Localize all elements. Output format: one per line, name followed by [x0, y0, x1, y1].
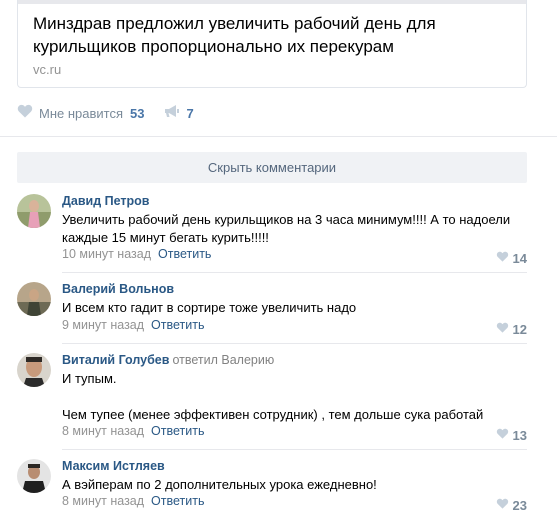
comment-like-count: 14	[512, 250, 527, 266]
reply-button[interactable]: Ответить	[158, 247, 211, 261]
like-count: 53	[130, 105, 145, 121]
like-button[interactable]: Мне нравится 53	[17, 104, 144, 123]
comment-time[interactable]: 8 минут назад	[62, 424, 144, 438]
comment-meta: 10 минут назад Ответить	[62, 247, 211, 261]
reply-to-label: ответил	[172, 353, 218, 367]
comment-like-count: 13	[512, 427, 527, 443]
heart-icon	[496, 249, 509, 267]
heart-icon	[496, 320, 509, 338]
heart-icon	[496, 426, 509, 444]
comment-like-count: 12	[512, 321, 527, 337]
comment-author[interactable]: Валерий Вольнов	[62, 282, 174, 296]
comment-text: Увеличить рабочий день курильщиков на 3 …	[62, 212, 511, 245]
comment-text: И тупым. Чем тупее (менее эффективен сот…	[62, 371, 484, 422]
reply-button[interactable]: Ответить	[151, 424, 204, 438]
comment-time[interactable]: 9 минут назад	[62, 318, 144, 332]
link-domain: vc.ru	[33, 62, 62, 77]
comment-meta: 9 минут назад Ответить	[62, 318, 204, 332]
comment-divider	[62, 449, 527, 450]
share-button[interactable]: 7	[164, 104, 194, 123]
avatar[interactable]	[17, 353, 51, 387]
comment-meta: 8 минут назад Ответить	[62, 494, 204, 508]
link-attachment-card[interactable]: Минздрав предложил увеличить рабочий ден…	[17, 0, 527, 88]
heart-icon	[496, 496, 509, 514]
comment-item: Давид Петров Увеличить рабочий день кури…	[0, 194, 557, 267]
comment-time[interactable]: 10 минут назад	[62, 247, 151, 261]
share-count: 7	[186, 105, 194, 121]
hide-comments-button[interactable]: Скрыть комментарии	[17, 152, 527, 183]
reply-button[interactable]: Ответить	[151, 494, 204, 508]
comment-author[interactable]: Виталий Голубев ответил Валерию	[62, 353, 274, 367]
avatar[interactable]	[17, 194, 51, 228]
comment-like-button[interactable]: 12	[496, 320, 527, 338]
comment-like-button[interactable]: 14	[496, 249, 527, 267]
comment-time[interactable]: 8 минут назад	[62, 494, 144, 508]
avatar[interactable]	[17, 282, 51, 316]
reply-button[interactable]: Ответить	[151, 318, 204, 332]
comment-author[interactable]: Максим Истляев	[62, 459, 165, 473]
link-title[interactable]: Минздрав предложил увеличить рабочий ден…	[33, 12, 513, 58]
comment-like-count: 23	[512, 497, 527, 513]
post-actions: Мне нравится 53 7	[17, 104, 194, 122]
megaphone-icon	[164, 104, 180, 123]
section-divider	[0, 136, 557, 137]
reply-to-name[interactable]: Валерию	[221, 353, 274, 367]
link-image-edge	[18, 0, 526, 4]
comment-item: Валерий Вольнов И всем кто гадит в сорти…	[0, 282, 557, 337]
comment-meta: 8 минут назад Ответить	[62, 424, 204, 438]
comment-text: И всем кто гадит в сортире тоже увеличит…	[62, 300, 357, 315]
comment-divider	[62, 343, 527, 344]
heart-icon	[17, 104, 33, 123]
comment-item: Виталий Голубев ответил Валерию И тупым. …	[0, 353, 557, 443]
comment-text: А вэйперам по 2 дополнительных урока еже…	[62, 477, 377, 492]
avatar[interactable]	[17, 459, 51, 493]
comment-like-button[interactable]: 23	[496, 496, 527, 514]
comment-like-button[interactable]: 13	[496, 426, 527, 444]
like-label: Мне нравится	[39, 105, 124, 121]
comment-item: Максим Истляев А вэйперам по 2 дополните…	[0, 459, 557, 515]
comment-divider	[62, 272, 527, 273]
comment-author[interactable]: Давид Петров	[62, 194, 149, 208]
